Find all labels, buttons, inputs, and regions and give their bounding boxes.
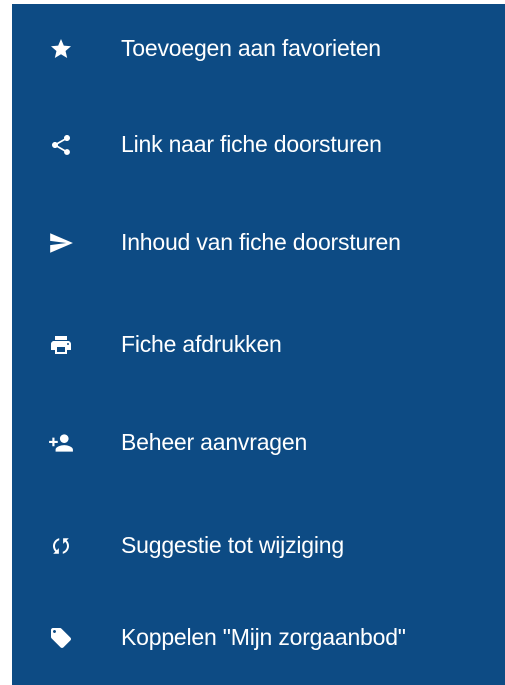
star-icon (41, 29, 81, 69)
send-icon (41, 223, 81, 263)
menu-item-share-link[interactable]: Link naar fiche doorsturen (12, 100, 505, 190)
print-icon (41, 325, 81, 365)
menu-item-send-content[interactable]: Inhoud van fiche doorsturen (12, 198, 505, 288)
menu-item-label: Suggestie tot wijziging (121, 532, 344, 558)
menu-item-print[interactable]: Fiche afdrukken (12, 300, 505, 390)
menu-item-manage-requests[interactable]: Beheer aanvragen (12, 398, 505, 488)
menu-item-label: Beheer aanvragen (121, 429, 308, 455)
menu-item-add-favorite[interactable]: Toevoegen aan favorieten (12, 4, 505, 94)
menu-item-label: Link naar fiche doorsturen (121, 131, 382, 157)
sync-icon (41, 526, 81, 566)
person-add-icon (41, 423, 81, 463)
actions-menu: Toevoegen aan favorieten Link naar fiche… (12, 4, 505, 685)
menu-item-suggest-change[interactable]: Suggestie tot wijziging (12, 501, 505, 591)
tag-icon (41, 618, 81, 658)
menu-item-link-care-offer[interactable]: Koppelen "Mijn zorgaanbod" (12, 593, 505, 683)
menu-item-label: Koppelen "Mijn zorgaanbod" (121, 624, 406, 650)
share-icon (41, 125, 81, 165)
menu-item-label: Inhoud van fiche doorsturen (121, 229, 401, 255)
menu-item-label: Fiche afdrukken (121, 331, 282, 357)
menu-item-label: Toevoegen aan favorieten (121, 35, 381, 61)
